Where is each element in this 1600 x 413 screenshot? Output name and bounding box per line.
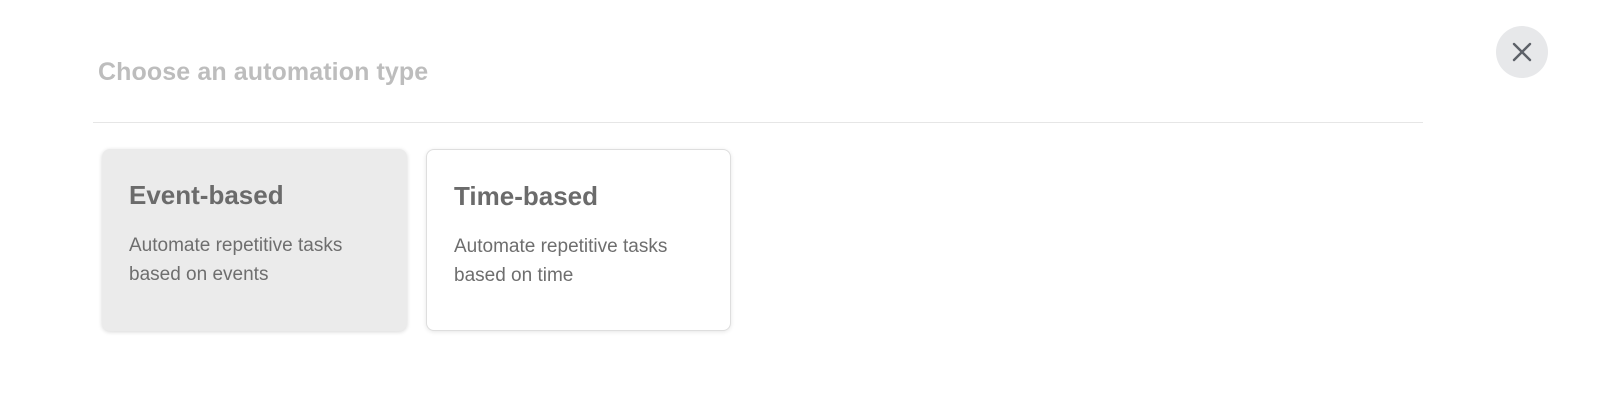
option-description: Automate repetitive tasks based on time (454, 236, 668, 286)
automation-type-dialog: Choose an automation type Event-based Au… (0, 0, 1600, 413)
automation-type-options: Event-based Automate repetitive tasks ba… (102, 149, 731, 331)
option-card-time-based[interactable]: Time-based Automate repetitive tasks bas… (426, 149, 731, 331)
option-description: Automate repetitive tasks based on event… (129, 235, 343, 285)
option-title: Time-based (454, 181, 599, 211)
close-icon (1511, 41, 1533, 63)
dialog-title: Choose an automation type (98, 58, 429, 86)
close-button[interactable] (1496, 26, 1548, 78)
option-title: Event-based (129, 180, 284, 210)
option-card-event-based[interactable]: Event-based Automate repetitive tasks ba… (102, 149, 407, 331)
header-divider (93, 122, 1423, 123)
